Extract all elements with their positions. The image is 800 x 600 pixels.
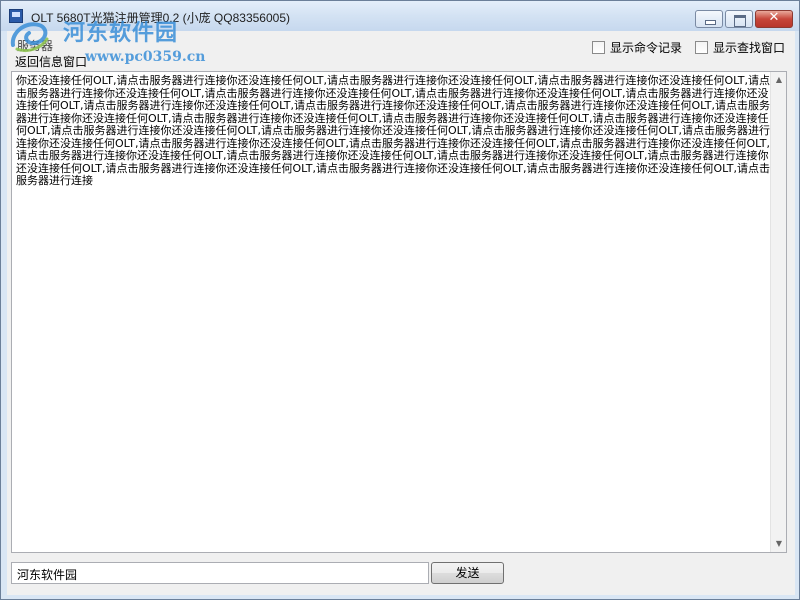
- show-search-window-checkbox[interactable]: 显示查找窗口: [695, 40, 786, 55]
- show-command-log-checkbox[interactable]: 显示命令记录: [592, 40, 683, 55]
- show-search-window-label: 显示查找窗口: [713, 40, 786, 55]
- log-text: 你还没连接任何OLT,请点击服务器进行连接你还没连接任何OLT,请点击服务器进行…: [16, 74, 770, 187]
- main-window: OLT 5680T光猫注册管理0.2 (小庞 QQ83356005) ✕ 服务器…: [0, 0, 800, 600]
- show-command-log-label: 显示命令记录: [610, 40, 683, 55]
- send-command-input[interactable]: 河东软件园: [11, 562, 429, 584]
- watermark-swirl-icon: [10, 22, 49, 53]
- watermark-url: www.pc0359.cn: [85, 49, 206, 65]
- vertical-scrollbar[interactable]: ▲ ▼: [770, 72, 786, 552]
- scroll-up-arrow-icon[interactable]: ▲: [771, 72, 787, 88]
- checkbox-box[interactable]: [695, 40, 708, 54]
- close-button[interactable]: ✕: [755, 10, 793, 28]
- scroll-down-arrow-icon[interactable]: ▼: [771, 536, 787, 552]
- log-output-textarea[interactable]: 你还没连接任何OLT,请点击服务器进行连接你还没连接任何OLT,请点击服务器进行…: [11, 71, 787, 553]
- maximize-button[interactable]: [725, 10, 753, 28]
- minimize-button[interactable]: [695, 10, 723, 28]
- close-icon: ✕: [768, 10, 780, 25]
- checkbox-box[interactable]: [592, 40, 605, 54]
- return-info-window-label: 返回信息窗口: [15, 55, 88, 69]
- watermark-logo-text: 河东软件园: [63, 21, 179, 46]
- send-button[interactable]: 发送: [431, 562, 504, 584]
